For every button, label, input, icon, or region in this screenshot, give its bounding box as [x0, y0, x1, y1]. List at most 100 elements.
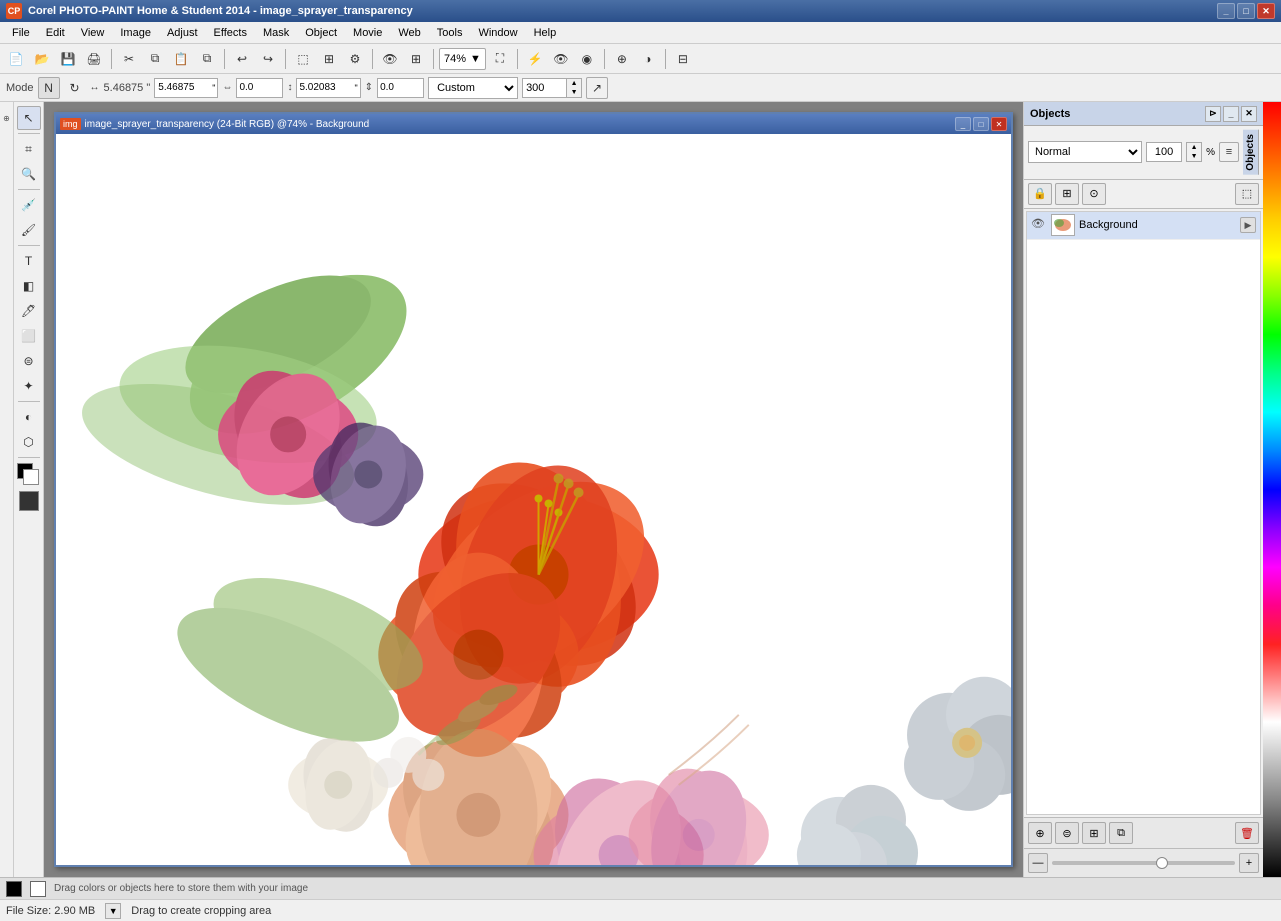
new-layer-btn[interactable]: ⬚ [1235, 183, 1259, 205]
menu-window[interactable]: Window [470, 25, 525, 41]
color-strip[interactable] [1263, 102, 1281, 877]
extra-btn-1[interactable]: ⊕ [1, 106, 13, 130]
layer-visibility-icon[interactable]: 👁 [1031, 217, 1047, 233]
merge-down-btn[interactable]: ⊜ [1055, 822, 1079, 844]
status-dropdown-btn[interactable]: ▼ [105, 903, 121, 919]
tool-eraser[interactable]: ⬜ [17, 324, 41, 348]
panel-pin-btn[interactable]: ⊳ [1205, 106, 1221, 122]
mode-refresh-btn[interactable]: ↻ [64, 77, 86, 99]
select-button[interactable]: ⬚ [291, 47, 315, 71]
foreground-swatch[interactable] [6, 881, 22, 897]
color-adj[interactable]: ◑ [636, 47, 660, 71]
y-input[interactable] [297, 79, 352, 97]
maximize-button[interactable]: □ [1237, 3, 1255, 19]
menu-movie[interactable]: Movie [345, 25, 390, 41]
copy-button[interactable]: ⧉ [143, 47, 167, 71]
undo-button[interactable]: ↩ [230, 47, 254, 71]
custom-dropdown[interactable]: Custom [428, 77, 518, 99]
save-button[interactable]: 💾 [56, 47, 80, 71]
magic-wand[interactable]: ⚡ [523, 47, 547, 71]
merge-btn[interactable]: ⊞ [1055, 183, 1079, 205]
tool-crop[interactable]: ⌗ [17, 137, 41, 161]
channel-btn[interactable]: ⊕ [610, 47, 634, 71]
menu-view[interactable]: View [73, 25, 113, 41]
menu-tools[interactable]: Tools [429, 25, 471, 41]
layer-options-btn[interactable]: ▶ [1240, 217, 1256, 233]
canvas-maximize[interactable]: □ [973, 117, 989, 131]
add-layer-btn[interactable]: ⊕ [1028, 822, 1052, 844]
tool-eyedropper[interactable]: 💉 [17, 193, 41, 217]
transform-button[interactable]: ⊞ [317, 47, 341, 71]
background-color[interactable] [23, 469, 39, 485]
size-input[interactable] [522, 78, 566, 98]
scale-minus-btn[interactable]: — [1028, 853, 1048, 873]
scale-slider-track[interactable] [1052, 861, 1235, 865]
copy-layer-btn[interactable]: ⧉ [1109, 822, 1133, 844]
tool-select[interactable]: ↖ [17, 106, 41, 130]
eye-button[interactable]: 👁 [378, 47, 402, 71]
menu-file[interactable]: File [4, 25, 38, 41]
mode-normal-btn[interactable]: N [38, 77, 60, 99]
spray-options-btn[interactable]: ↗ [586, 77, 608, 99]
tool-clone[interactable]: ⊜ [17, 349, 41, 373]
opacity-spin[interactable]: ▲ ▼ [1186, 142, 1202, 162]
adjust-button[interactable]: ⚙ [343, 47, 367, 71]
tool-paint[interactable]: 🖌 [17, 218, 41, 242]
tool-zoom-tool[interactable]: 🔍 [17, 162, 41, 186]
background-swatch[interactable] [30, 881, 46, 897]
menu-mask[interactable]: Mask [255, 25, 297, 41]
objects-extra-btn[interactable]: ≡ [1219, 142, 1239, 162]
size-down-arrow[interactable]: ▼ [567, 88, 581, 97]
menu-help[interactable]: Help [526, 25, 565, 41]
minimize-button[interactable]: _ [1217, 3, 1235, 19]
menu-web[interactable]: Web [390, 25, 428, 41]
menu-adjust[interactable]: Adjust [159, 25, 206, 41]
tool-text[interactable]: T [17, 249, 41, 273]
overlay-btn[interactable]: ◉ [575, 47, 599, 71]
menu-image[interactable]: Image [112, 25, 159, 41]
scale-plus-btn[interactable]: + [1239, 853, 1259, 873]
visibility-toggle[interactable]: 👁 [549, 47, 573, 71]
menu-edit[interactable]: Edit [38, 25, 73, 41]
tool-brush-stroke[interactable]: 🖊 [17, 299, 41, 323]
last-btn[interactable]: ⊟ [671, 47, 695, 71]
panel-close-btn[interactable]: ✕ [1241, 106, 1257, 122]
redo-button[interactable]: ↪ [256, 47, 280, 71]
new-button[interactable]: 📄 [4, 47, 28, 71]
panel-min-btn[interactable]: _ [1223, 106, 1239, 122]
grid-button[interactable]: ⊞ [404, 47, 428, 71]
zoom-dropdown[interactable]: 74% ▼ [439, 48, 486, 70]
canvas-minimize[interactable]: _ [955, 117, 971, 131]
tool-effect-paint[interactable]: ✦ [17, 374, 41, 398]
tool-fill[interactable]: ◧ [17, 274, 41, 298]
side-tab[interactable]: Objects [1243, 130, 1259, 175]
menu-effects[interactable]: Effects [206, 25, 255, 41]
open-button[interactable]: 📂 [30, 47, 54, 71]
black-swatch[interactable] [19, 491, 39, 511]
group-btn[interactable]: ⊞ [1082, 822, 1106, 844]
cut-button[interactable]: ✂ [117, 47, 141, 71]
dx-input[interactable] [237, 79, 282, 97]
menu-object[interactable]: Object [297, 25, 345, 41]
opacity-input[interactable] [1146, 142, 1182, 162]
blend-mode-dropdown[interactable]: Normal Multiply Screen Overlay [1028, 141, 1142, 163]
layer-row-background[interactable]: 👁 Background ▶ [1027, 212, 1260, 240]
lock-btn[interactable]: 🔒 [1028, 183, 1052, 205]
opacity-up[interactable]: ▲ [1187, 143, 1201, 152]
tool-shape[interactable]: ⬡ [17, 430, 41, 454]
size-spin-arrows[interactable]: ▲ ▼ [566, 78, 582, 98]
clip-btn[interactable]: ⊙ [1082, 183, 1106, 205]
canvas-content[interactable] [56, 134, 1011, 865]
close-button[interactable]: ✕ [1257, 3, 1275, 19]
opacity-down[interactable]: ▼ [1187, 152, 1201, 161]
paste-special[interactable]: ⧉ [195, 47, 219, 71]
tool-dodge[interactable]: ◐ [17, 405, 41, 429]
zoom-fit[interactable]: ⛶ [488, 47, 512, 71]
paste-button[interactable]: 📋 [169, 47, 193, 71]
scale-slider-thumb[interactable] [1156, 857, 1168, 869]
dy-input[interactable] [378, 79, 423, 97]
delete-layer-btn[interactable]: 🗑 [1235, 822, 1259, 844]
x-input[interactable] [155, 79, 210, 97]
canvas-close[interactable]: ✕ [991, 117, 1007, 131]
size-up-arrow[interactable]: ▲ [567, 79, 581, 88]
